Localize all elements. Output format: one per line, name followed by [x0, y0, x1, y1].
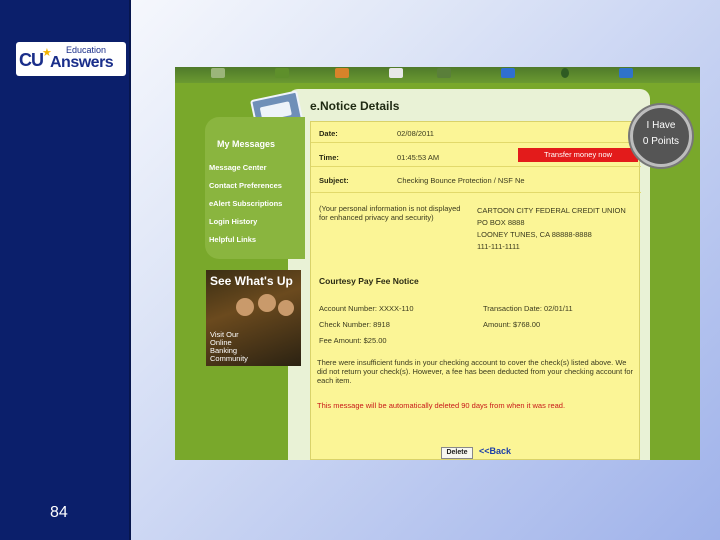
address-line: PO BOX 8888: [477, 218, 525, 227]
notice-details-form: Date: 02/08/2011 Time: 01:45:53 AM Trans…: [310, 121, 641, 460]
check-number: Check Number: 8918: [319, 320, 390, 329]
notice-body: There were insufficient funds in your ch…: [317, 358, 634, 385]
nav-icon-1[interactable]: [211, 68, 225, 78]
ad-photo-person: [258, 294, 276, 312]
top-navigation-bar: [175, 67, 700, 83]
address-line: 111-111-1111: [477, 242, 520, 251]
points-badge: I Have 0 Points: [630, 105, 692, 167]
amount: Amount: $768.00: [483, 320, 541, 329]
left-band: CU ★ Education Answers 84: [0, 0, 131, 540]
sidebar-item-message-center[interactable]: Message Center: [209, 163, 267, 172]
transfer-money-button[interactable]: Transfer money now: [518, 148, 638, 162]
subject-value: Checking Bounce Protection / NSF Ne: [397, 176, 525, 185]
account-number: Account Number: XXXX-110: [319, 304, 414, 313]
date-label: Date:: [319, 129, 338, 138]
date-value: 02/08/2011: [397, 129, 434, 138]
points-badge-line1: I Have: [646, 120, 676, 131]
cu-answers-logo: CU ★ Education Answers: [16, 42, 126, 76]
address-line: LOONEY TUNES, CA 88888-8888: [477, 230, 592, 239]
nav-icon-7[interactable]: [561, 68, 569, 78]
privacy-text: (Your personal information is not displa…: [319, 204, 461, 222]
logo-answers-text: Answers: [50, 54, 114, 71]
nav-icon-6[interactable]: [501, 68, 515, 78]
address-line: CARTOON CITY FEDERAL CREDIT UNION: [477, 206, 626, 215]
transaction-date: Transaction Date: 02/01/11: [483, 304, 573, 313]
back-link[interactable]: <<Back: [479, 446, 511, 456]
sidebar-item-ealert-subscriptions[interactable]: eAlert Subscriptions: [209, 199, 282, 208]
page-title: e.Notice Details: [310, 99, 400, 113]
community-ad-banner[interactable]: See What's Up Visit Our Online Banking C…: [206, 270, 301, 366]
sidebar: My Messages Message Center Contact Prefe…: [205, 117, 305, 259]
nav-icon-4[interactable]: [389, 68, 403, 78]
slide-number: 84: [50, 504, 68, 521]
sidebar-item-helpful-links[interactable]: Helpful Links: [209, 235, 256, 244]
online-banking-screenshot: e.Notice Details My Messages Message Cen…: [175, 67, 700, 460]
ad-photo-person: [236, 298, 254, 316]
divider: [311, 166, 641, 167]
nav-icon-3[interactable]: [335, 68, 349, 78]
sidebar-title: My Messages: [217, 139, 276, 149]
delete-button[interactable]: Delete: [441, 447, 473, 459]
points-badge-line2: 0 Points: [642, 136, 680, 147]
time-value: 01:45:53 AM: [397, 153, 440, 162]
time-label: Time:: [319, 153, 339, 162]
section-title: Courtesy Pay Fee Notice: [319, 276, 419, 286]
nav-icon-5[interactable]: [437, 68, 451, 78]
ad-photo-person: [278, 300, 294, 316]
sidebar-item-contact-preferences[interactable]: Contact Preferences: [209, 181, 282, 190]
logo-cu-text: CU: [19, 50, 44, 70]
nav-icon-8[interactable]: [619, 68, 633, 78]
retention-note: This message will be automatically delet…: [317, 401, 566, 410]
subject-label: Subject:: [319, 176, 349, 185]
divider: [311, 192, 641, 193]
ad-text: Visit Our Online Banking Community: [210, 330, 248, 363]
fee-amount: Fee Amount: $25.00: [319, 336, 387, 345]
sidebar-item-login-history[interactable]: Login History: [209, 217, 257, 226]
ad-title: See What's Up: [210, 274, 293, 288]
divider: [311, 142, 641, 143]
nav-icon-2[interactable]: [275, 68, 289, 78]
